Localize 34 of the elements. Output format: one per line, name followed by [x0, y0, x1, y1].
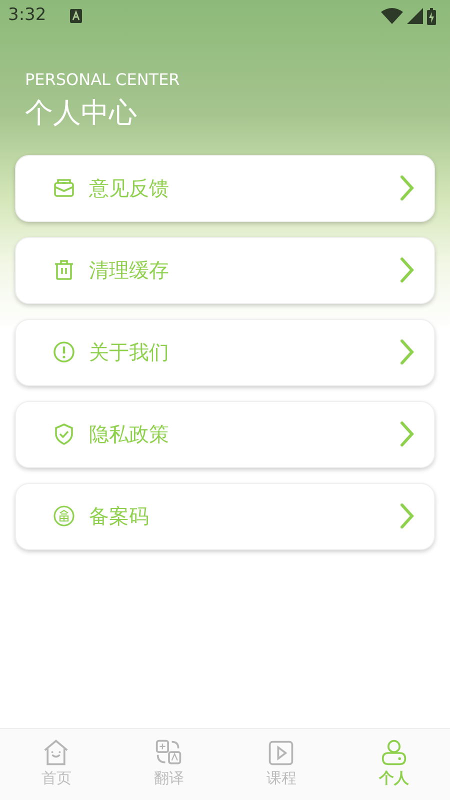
- battery-icon: [427, 8, 436, 24]
- status-time: 3:32: [8, 4, 46, 28]
- header-subtitle: PERSONAL CENTER: [25, 70, 181, 90]
- chevron-right-icon: [400, 421, 414, 448]
- nav-tab[interactable]: 首页: [0, 729, 112, 800]
- menu-item[interactable]: 意见反馈: [15, 154, 435, 222]
- nav-tab[interactable]: 课程: [225, 729, 338, 800]
- menu-label: 隐私政策: [89, 421, 170, 448]
- trash-icon: [53, 259, 75, 282]
- play-icon: [267, 739, 296, 767]
- home-icon: [42, 739, 70, 767]
- page-title: 个人中心: [25, 95, 138, 132]
- menu-label: 清理缓存: [89, 257, 170, 284]
- info-icon: [53, 341, 75, 364]
- chevron-right-icon: [400, 339, 414, 366]
- chevron-right-icon: [400, 503, 414, 530]
- menu-label: 备案码: [89, 503, 150, 530]
- translate-icon: [154, 739, 183, 767]
- menu-item[interactable]: 关于我们: [15, 318, 435, 386]
- menu-label: 关于我们: [89, 339, 170, 366]
- wifi-icon: [381, 8, 403, 24]
- menu-label: 意见反馈: [89, 175, 170, 202]
- chevron-right-icon: [400, 257, 414, 284]
- nav-tab[interactable]: 翻译: [112, 729, 225, 800]
- shield-check-icon: [53, 423, 75, 446]
- person-icon: [380, 739, 408, 767]
- notification-icon: [70, 9, 82, 23]
- chevron-right-icon: [400, 175, 414, 202]
- mail-icon: [53, 177, 75, 200]
- menu-item[interactable]: 隐私政策: [15, 400, 435, 468]
- menu-item[interactable]: 清理缓存: [15, 236, 435, 304]
- nav-tab[interactable]: 个人: [338, 729, 450, 800]
- menu-item[interactable]: 备案码: [15, 482, 435, 550]
- signal-icon: [407, 8, 423, 24]
